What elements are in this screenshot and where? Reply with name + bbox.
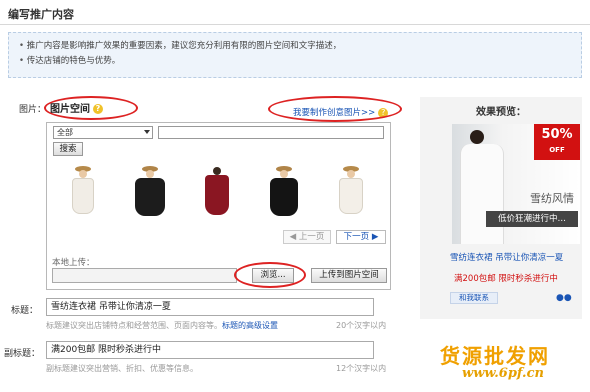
page-title: 编写推广内容 xyxy=(8,8,74,21)
discount-badge: 50% OFF xyxy=(534,124,580,160)
upload-to-image-space-button[interactable]: 上传到图片空间 xyxy=(311,268,387,283)
annotation-oval-link xyxy=(268,96,402,122)
product-thumbnail-3[interactable] xyxy=(188,162,246,224)
head-shape xyxy=(146,170,154,178)
subtitle-counter: 12个汉字以内 xyxy=(336,364,387,373)
product-thumbnail-4[interactable] xyxy=(255,162,313,224)
product-thumbnail-2[interactable] xyxy=(121,162,179,224)
title-counter: 20个汉字以内 xyxy=(336,321,387,330)
prev-page-button[interactable]: ◀ 上一页 xyxy=(283,230,331,244)
chevron-down-icon xyxy=(144,130,150,134)
category-select-value: 全部 xyxy=(57,128,73,137)
annotation-oval-tab xyxy=(44,96,138,120)
model-head xyxy=(470,130,484,144)
contact-me-button[interactable]: 和我联系 xyxy=(450,292,498,304)
preview-ad-title[interactable]: 雪纺连衣裙 吊带让你清凉一夏 xyxy=(450,251,563,263)
head-shape xyxy=(280,170,288,178)
preview-title: 效果预览： xyxy=(476,107,526,118)
preview-ad-subtitle: 满200包邮 限时秒杀进行中 xyxy=(454,274,558,284)
title-advanced-settings-link[interactable]: 标题的高级设置 xyxy=(222,321,278,330)
product-thumbnail-5[interactable] xyxy=(322,162,380,224)
head-shape xyxy=(79,170,87,178)
dress-shape xyxy=(205,175,229,215)
search-button[interactable]: 搜索 xyxy=(53,142,83,156)
product-thumbnail-1[interactable] xyxy=(54,162,112,224)
image-label: 图片： xyxy=(18,105,46,115)
title-label: 标题： xyxy=(10,306,38,316)
tip-line-1: 推广内容是影响推广效果的重要因素，建议您充分利用有限的图片空间和文字描述， xyxy=(19,39,571,54)
local-upload-label: 本地上传： xyxy=(52,258,95,268)
search-input[interactable] xyxy=(158,126,384,139)
file-path-input[interactable] xyxy=(52,268,237,283)
ad-text: 雪纺风情 xyxy=(530,192,574,205)
subtitle-hint: 副标题建议突出营销、折扣、优惠等信息。 xyxy=(46,364,198,373)
dress-shape xyxy=(135,178,165,216)
subtitle-input[interactable]: 满200包邮 限时秒杀进行中 xyxy=(46,341,374,359)
dress-shape xyxy=(72,178,94,214)
next-page-button[interactable]: 下一页 ▶ xyxy=(336,230,386,244)
ad-promo-bar: 低价狂潮进行中… xyxy=(486,211,578,227)
head-shape xyxy=(347,170,355,178)
title-hint: 标题建议突出店铺特点和经营范围、页面内容等。标题的高级设置 xyxy=(46,320,278,331)
discount-badge-sub: OFF xyxy=(549,146,565,154)
title-input[interactable]: 雪纺连衣裙 吊带让你清凉一夏 xyxy=(46,298,374,316)
head-shape xyxy=(213,167,221,175)
annotation-oval-browse xyxy=(234,262,306,288)
model-dress xyxy=(460,144,504,244)
tip-line-2: 传达店铺的特色与优势。 xyxy=(19,54,571,69)
watermark-url: www.6pf.cn xyxy=(462,366,544,381)
watermark-text: 货源批发网 xyxy=(440,344,550,368)
divider xyxy=(0,24,590,25)
subtitle-label: 副标题： xyxy=(4,349,41,359)
dress-shape xyxy=(270,178,298,216)
discount-badge-main: 50% xyxy=(541,127,573,142)
title-hint-text: 标题建议突出店铺特点和经营范围、页面内容等。 xyxy=(46,321,222,330)
dress-shape xyxy=(339,178,363,214)
chat-icon[interactable]: ●● xyxy=(556,293,572,303)
tips-box: 推广内容是影响推广效果的重要因素，建议您充分利用有限的图片空间和文字描述， 传达… xyxy=(8,32,582,78)
category-select[interactable]: 全部 xyxy=(53,126,153,139)
